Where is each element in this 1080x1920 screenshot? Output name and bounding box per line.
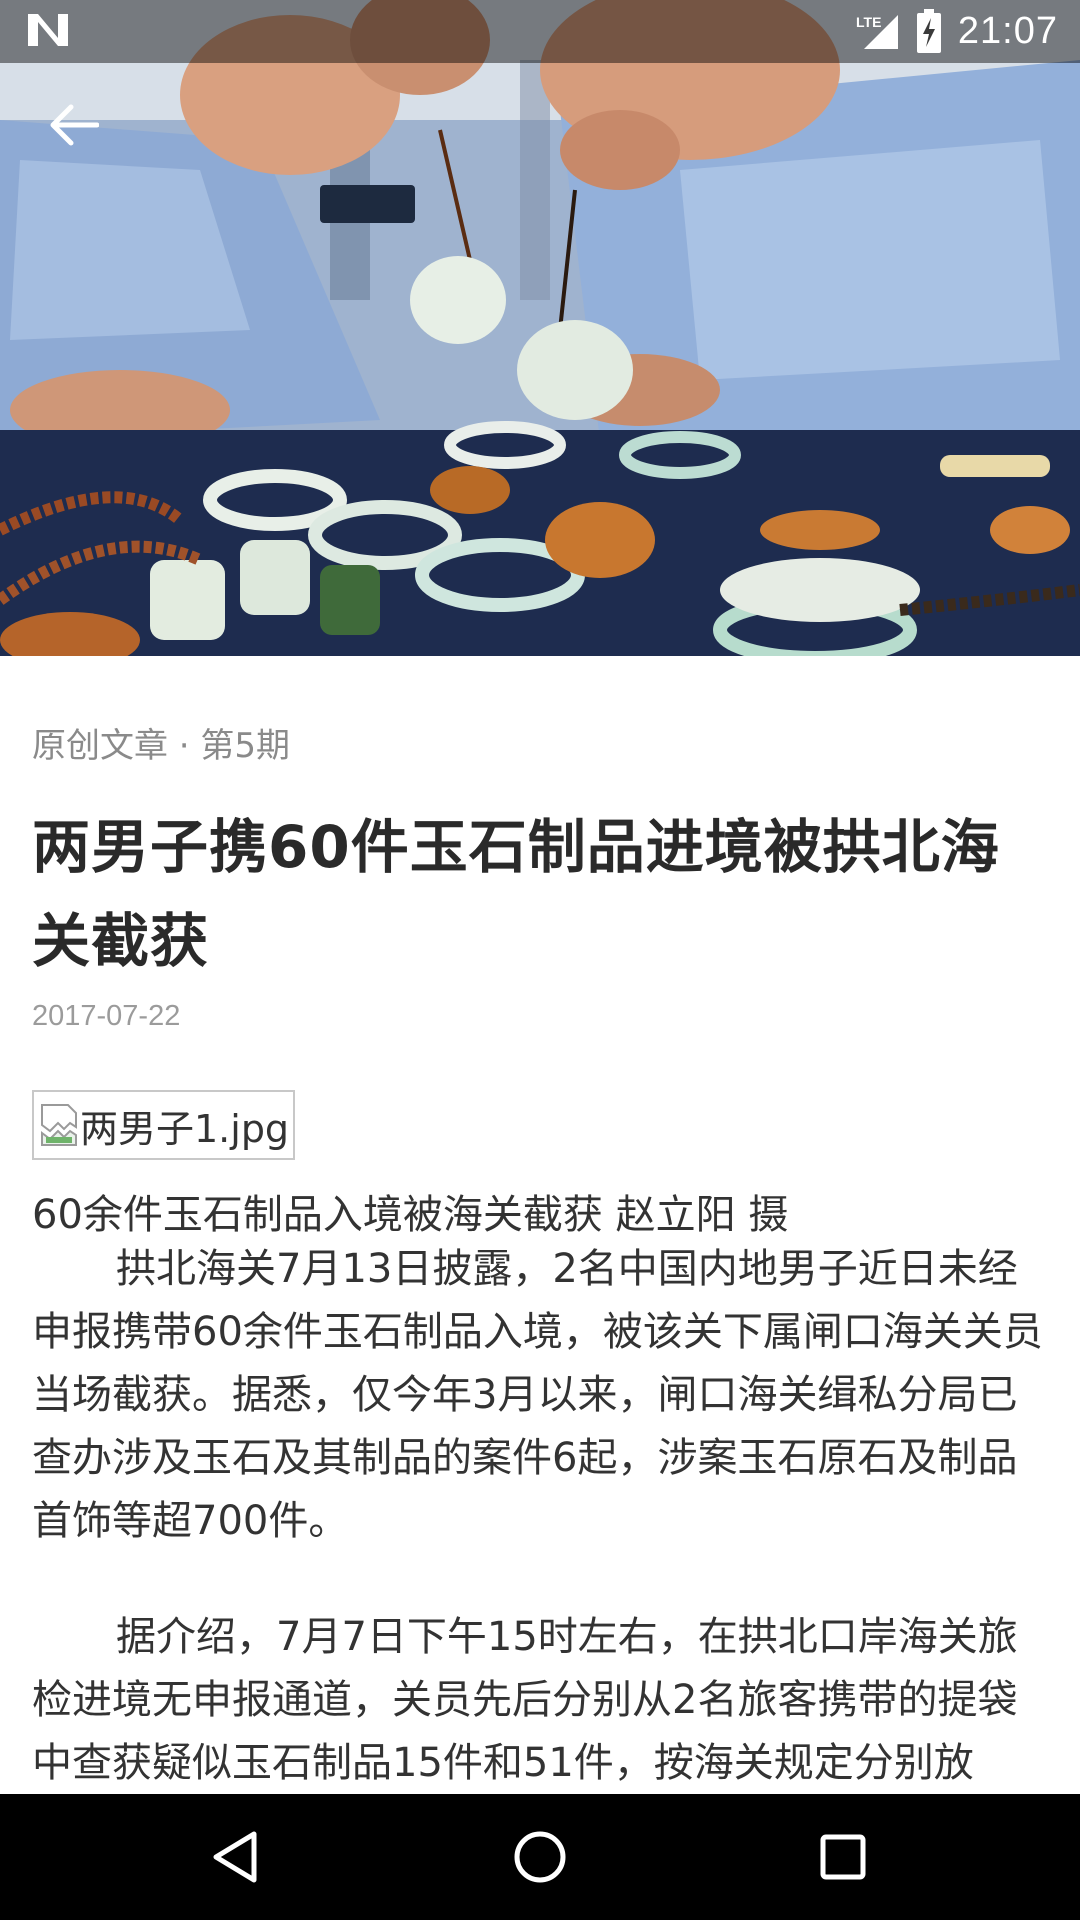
square-recents-icon: [820, 1834, 866, 1880]
article-screen: LTE 21:07 原创文章 · 第5期 两男子携60件玉石制品进境被拱北海关截…: [0, 0, 1080, 1920]
status-time: 21:07: [957, 9, 1058, 52]
article-paragraph: 据介绍，7月7日下午15时左右，在拱北口岸海关旅检进境无申报通道，关员先后分别从…: [32, 1614, 1018, 1786]
article-paragraph: 拱北海关7月13日披露，2名中国内地男子近日未经申报携带60余件玉石制品入境，被…: [32, 1246, 1043, 1544]
circle-home-icon: [514, 1831, 566, 1883]
article-title: 两男子携60件玉石制品进境被拱北海关截获: [32, 813, 1000, 975]
status-icons: LTE 21:07: [854, 6, 1058, 56]
broken-image: 两男子1.jpg: [32, 1090, 296, 1160]
nav-recents-button[interactable]: [788, 1814, 898, 1900]
notification-n-icon: [28, 14, 68, 46]
nav-back-button[interactable]: [180, 1814, 290, 1900]
article-date: 2017-07-22: [32, 1000, 181, 1032]
svg-text:LTE: LTE: [856, 14, 881, 30]
status-bar: LTE 21:07: [0, 0, 1080, 63]
nav-home-button[interactable]: [485, 1814, 595, 1900]
hero-image: [0, 0, 1080, 656]
image-alt-text: 两男子1.jpg: [80, 1106, 290, 1151]
battery-charging-icon: [916, 9, 941, 53]
article-meta: 原创文章 · 第5期: [32, 726, 291, 766]
image-caption: 60余件玉石制品入境被海关截获 赵立阳 摄: [32, 1192, 789, 1238]
triangle-back-icon: [213, 1831, 257, 1883]
jade-jewelry-photo: [0, 0, 1080, 656]
back-button[interactable]: [38, 90, 108, 160]
arrow-left-icon: [50, 104, 99, 146]
lte-signal-icon: LTE: [856, 14, 898, 49]
navigation-bar: [0, 1794, 1080, 1920]
broken-image-icon: [41, 1104, 77, 1146]
